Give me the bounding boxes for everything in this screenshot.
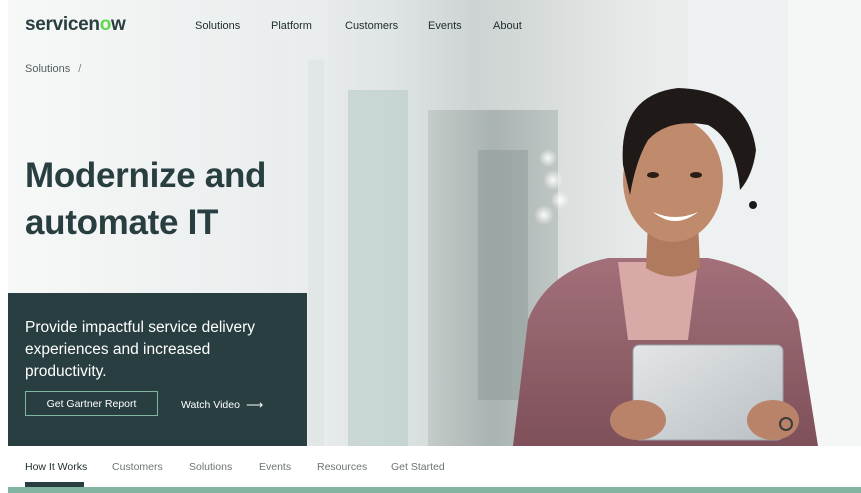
hero-promo-text: Provide impactful service delivery exper…	[25, 319, 256, 380]
nav-platform[interactable]: Platform	[271, 20, 312, 32]
hero-promo-panel: Provide impactful service delivery exper…	[8, 293, 307, 446]
nav-events[interactable]: Events	[428, 20, 462, 32]
nav-solutions[interactable]: Solutions	[195, 20, 240, 32]
get-gartner-report-button[interactable]: Get Gartner Report	[25, 391, 158, 416]
breadcrumb: Solutions /	[25, 63, 81, 75]
logo-text-prefix: servicen	[25, 14, 100, 35]
section-accent-bar	[8, 487, 861, 493]
section-subnav: How It Works Customers Solutions Events …	[8, 446, 861, 487]
subnav-resources[interactable]: Resources	[317, 461, 367, 473]
subnav-how-it-works[interactable]: How It Works	[25, 461, 87, 473]
subnav-solutions[interactable]: Solutions	[189, 461, 232, 473]
breadcrumb-separator: /	[78, 63, 82, 75]
nav-customers[interactable]: Customers	[345, 20, 398, 32]
hero-headline-line1: Modernize and	[25, 156, 267, 195]
nav-about[interactable]: About	[493, 20, 522, 32]
hero-headline: Modernize and automate IT	[25, 152, 325, 246]
watch-video-label: Watch Video	[181, 399, 240, 411]
top-navigation: servicenow Solutions Platform Customers …	[8, 0, 861, 50]
subnav-get-started[interactable]: Get Started	[391, 461, 445, 473]
subnav-events[interactable]: Events	[259, 461, 291, 473]
logo-text-accent: o	[99, 14, 112, 35]
servicenow-logo[interactable]: servicenow	[25, 14, 126, 36]
arrow-right-icon: ⟶	[245, 398, 264, 412]
logo-text-suffix: w	[111, 14, 126, 35]
watch-video-link[interactable]: Watch Video ⟶	[181, 398, 263, 412]
subnav-customers[interactable]: Customers	[112, 461, 163, 473]
page-frame: servicenow Solutions Platform Customers …	[8, 0, 861, 493]
hero-section: servicenow Solutions Platform Customers …	[8, 0, 861, 446]
breadcrumb-solutions[interactable]: Solutions	[25, 63, 70, 75]
hero-headline-line2: automate IT	[25, 203, 219, 242]
